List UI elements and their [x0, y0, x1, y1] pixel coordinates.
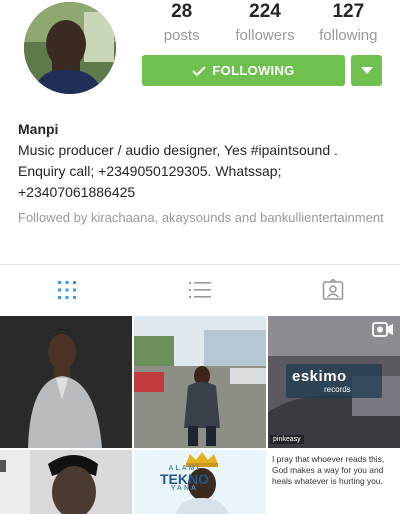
followers-label: followers [235, 27, 295, 44]
post-thumbnail[interactable] [0, 316, 132, 448]
tab-tagged-view[interactable] [320, 277, 346, 303]
post-thumbnail[interactable] [0, 450, 132, 514]
profile-stats: 28 posts 224 followers 127 following [140, 0, 390, 46]
post-thumbnail[interactable]: I pray that whoever reads this, God make… [268, 450, 400, 514]
eskimo-brand-text: eskimo [292, 368, 347, 385]
eskimo-sub-text: records [324, 385, 351, 394]
album-cover-text: ALAMI TEKNO YANA [160, 464, 209, 494]
profile-name: Manpi [18, 121, 59, 137]
checkmark-icon [192, 65, 207, 76]
eskimo-records-logo: eskimo records [286, 364, 382, 398]
post-thumbnail[interactable]: ALAMI TEKNO YANA [134, 450, 266, 514]
following-label: following [319, 27, 378, 44]
tagged-icon [322, 279, 344, 300]
posts-count: 28 [171, 1, 193, 22]
stat-followers[interactable]: 224 followers [223, 0, 306, 46]
divider [0, 264, 400, 265]
tab-list-view[interactable] [187, 277, 213, 303]
bio-line: +23407061886425 [18, 184, 136, 200]
bio-line: Enquiry call; +2349050129305. Whatssap; [18, 163, 282, 179]
repost-credit: pinkeasy [270, 435, 304, 444]
profile-avatar[interactable] [24, 2, 116, 94]
following-button-label: FOLLOWING [212, 63, 295, 78]
album-title-text: TEKNO [160, 471, 209, 487]
video-camera-icon [372, 322, 393, 337]
list-icon [189, 282, 211, 298]
post-thumbnail-video[interactable]: eskimo records pinkeasy [268, 316, 400, 448]
grid-icon [58, 281, 76, 299]
quote-text: I pray that whoever reads this, God make… [272, 454, 385, 486]
post-thumbnail[interactable] [134, 316, 266, 448]
profile-bio: Music producer / audio designer, Yes #ip… [18, 140, 390, 203]
tab-grid-view[interactable] [54, 277, 80, 303]
chevron-down-icon [360, 67, 373, 74]
followers-count: 224 [249, 1, 281, 22]
following-button[interactable]: FOLLOWING [142, 55, 345, 86]
posts-label: posts [163, 27, 200, 44]
bio-line: Music producer / audio designer, Yes #ip… [18, 142, 338, 158]
follow-options-dropdown-button[interactable] [351, 55, 382, 86]
followed-by-text[interactable]: Followed by kirachaana, akaysounds and b… [18, 208, 388, 228]
stat-following[interactable]: 127 following [307, 0, 390, 46]
following-count: 127 [332, 1, 365, 22]
stat-posts[interactable]: 28 posts [140, 0, 223, 46]
